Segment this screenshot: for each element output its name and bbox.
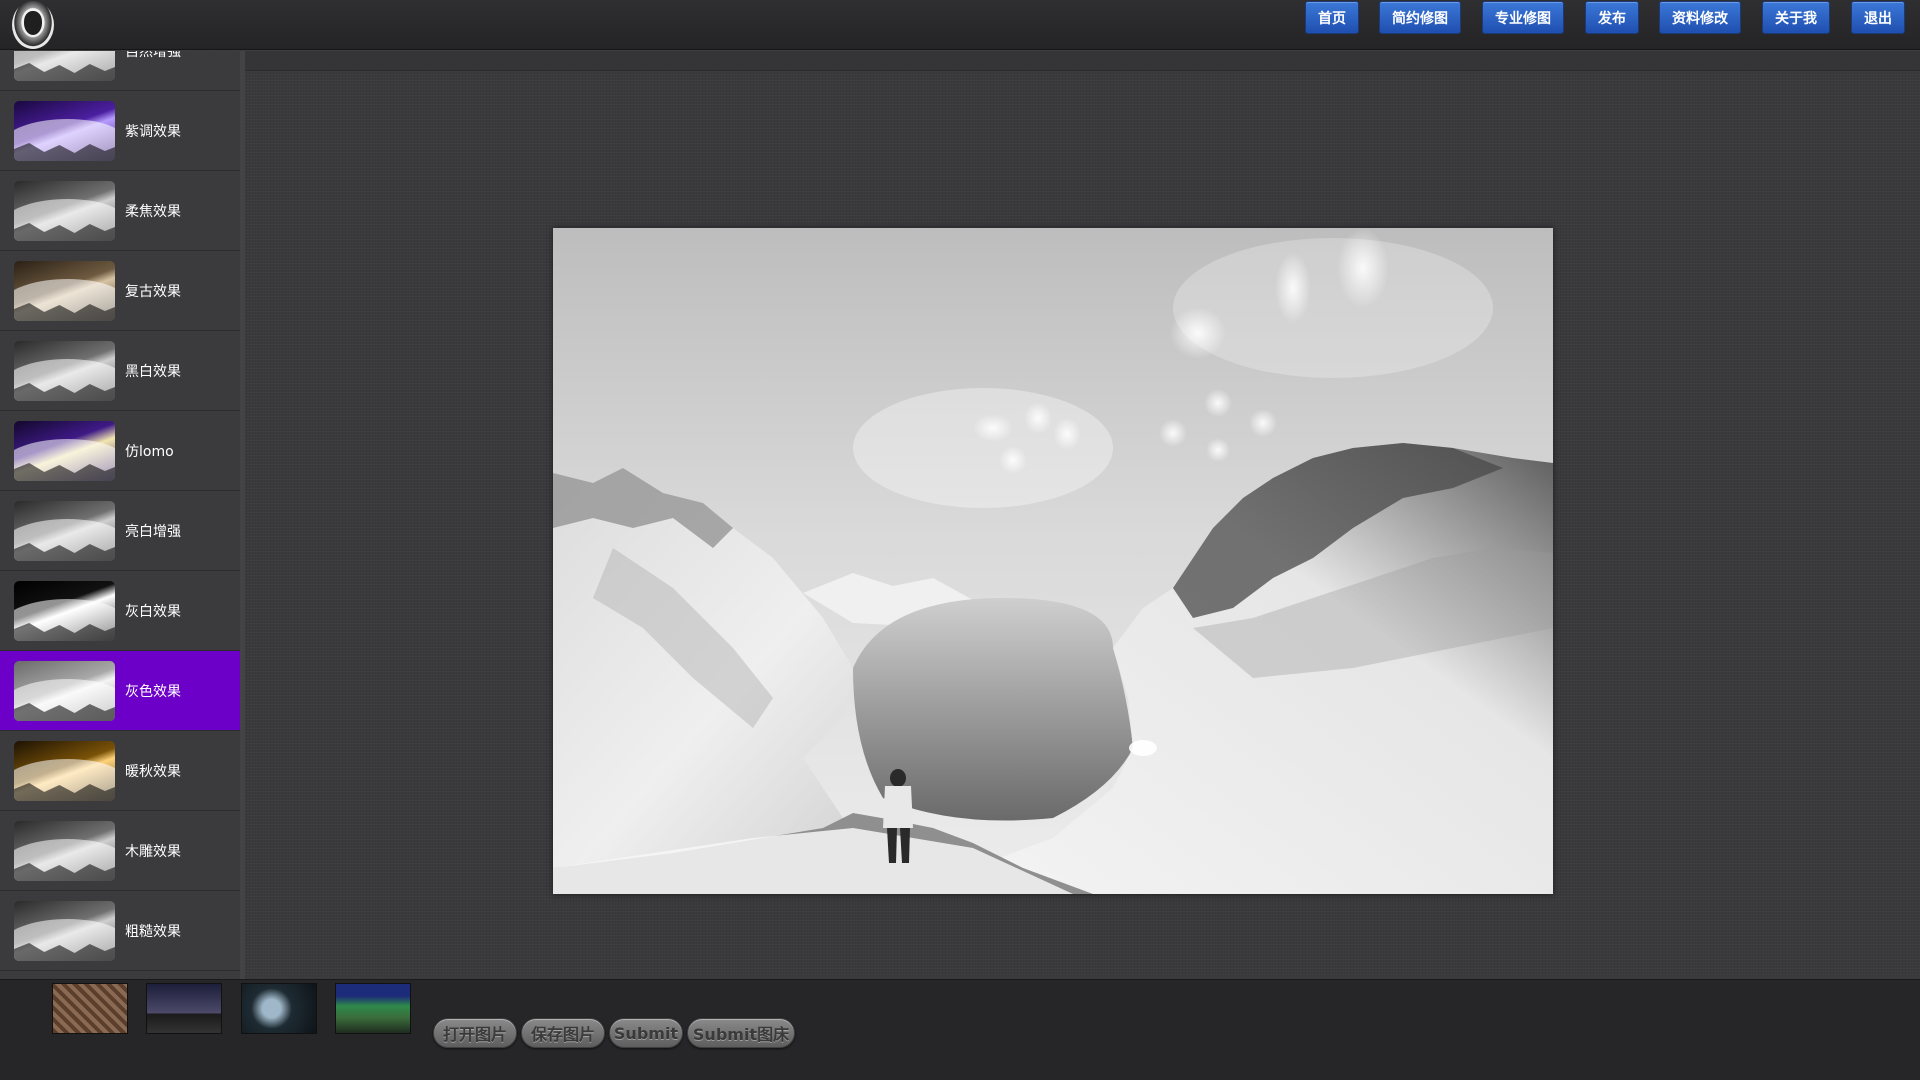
nav-publish-button[interactable]: 发布 xyxy=(1585,1,1639,34)
filter-label: 灰白效果 xyxy=(125,604,181,620)
submit-button[interactable]: Submit xyxy=(609,1018,683,1048)
nav-about-button[interactable]: 关于我 xyxy=(1762,1,1830,34)
filter-item[interactable]: 黑白效果 xyxy=(0,331,240,411)
filter-item[interactable]: 仿lomo xyxy=(0,411,240,491)
filter-list: 自然增强紫调效果柔焦效果复古效果黑白效果仿lomo 亮白增强灰白效果灰色效果暖秋效… xyxy=(0,51,240,971)
filter-item[interactable]: 暖秋效果 xyxy=(0,731,240,811)
filter-label: 灰色效果 xyxy=(125,684,181,700)
filter-label: 柔焦效果 xyxy=(125,204,181,220)
filter-label: 亮白增强 xyxy=(125,524,181,540)
filter-sidebar: 自然增强紫调效果柔焦效果复古效果黑白效果仿lomo 亮白增强灰白效果灰色效果暖秋效… xyxy=(0,51,245,979)
save-image-button[interactable]: 保存图片 xyxy=(521,1018,605,1048)
filter-label: 黑白效果 xyxy=(125,364,181,380)
filter-thumbnail xyxy=(14,101,115,161)
main-nav: 首页 简约修图 专业修图 发布 资料修改 关于我 退出 xyxy=(0,1,1920,35)
filter-thumbnail xyxy=(14,901,115,961)
recent-thumb-4[interactable] xyxy=(335,983,411,1034)
filter-thumbnail xyxy=(14,261,115,321)
fjord-photo xyxy=(553,228,1553,894)
nav-logout-button[interactable]: 退出 xyxy=(1851,1,1905,34)
submit-image-host-button[interactable]: Submit图床 xyxy=(687,1018,795,1048)
filter-thumbnail xyxy=(14,341,115,401)
filter-label: 紫调效果 xyxy=(125,124,181,140)
filter-item[interactable]: 亮白增强 xyxy=(0,491,240,571)
top-navigation-bar: 首页 简约修图 专业修图 发布 资料修改 关于我 退出 xyxy=(0,0,1920,50)
filter-item[interactable]: 复古效果 xyxy=(0,251,240,331)
recent-thumb-3[interactable] xyxy=(241,983,317,1034)
recent-thumb-1[interactable] xyxy=(52,983,128,1034)
filter-item[interactable]: 紫调效果 xyxy=(0,91,240,171)
filter-thumbnail xyxy=(14,421,115,481)
filter-label: 暖秋效果 xyxy=(125,764,181,780)
filter-thumbnail xyxy=(14,741,115,801)
filter-label: 复古效果 xyxy=(125,284,181,300)
open-image-button[interactable]: 打开图片 xyxy=(433,1018,517,1048)
filter-item[interactable]: 木雕效果 xyxy=(0,811,240,891)
filter-thumbnail xyxy=(14,821,115,881)
recent-thumb-2[interactable] xyxy=(146,983,222,1034)
toolbar-strip xyxy=(0,51,1920,71)
nav-simple-edit-button[interactable]: 简约修图 xyxy=(1379,1,1461,34)
nav-home-button[interactable]: 首页 xyxy=(1305,1,1359,34)
filter-label: 自然增强 xyxy=(125,51,181,60)
filter-thumbnail xyxy=(14,181,115,241)
filter-item[interactable]: 灰白效果 xyxy=(0,571,240,651)
filter-label: 仿lomo xyxy=(125,444,174,460)
filter-thumbnail xyxy=(14,51,115,81)
filter-item[interactable]: 粗糙效果 xyxy=(0,891,240,971)
filter-item[interactable]: 自然增强 xyxy=(0,51,240,91)
filter-item[interactable]: 柔焦效果 xyxy=(0,171,240,251)
nav-profile-button[interactable]: 资料修改 xyxy=(1659,1,1741,34)
nav-pro-edit-button[interactable]: 专业修图 xyxy=(1482,1,1564,34)
filter-label: 木雕效果 xyxy=(125,844,181,860)
filter-thumbnail xyxy=(14,501,115,561)
edited-photo-canvas[interactable] xyxy=(553,228,1553,894)
filter-item[interactable]: 灰色效果 xyxy=(0,651,240,731)
filter-label: 粗糙效果 xyxy=(125,924,181,940)
bottom-toolbar: 打开图片 保存图片 Submit Submit图床 xyxy=(0,979,1920,1080)
filter-thumbnail xyxy=(14,581,115,641)
filter-thumbnail xyxy=(14,661,115,721)
